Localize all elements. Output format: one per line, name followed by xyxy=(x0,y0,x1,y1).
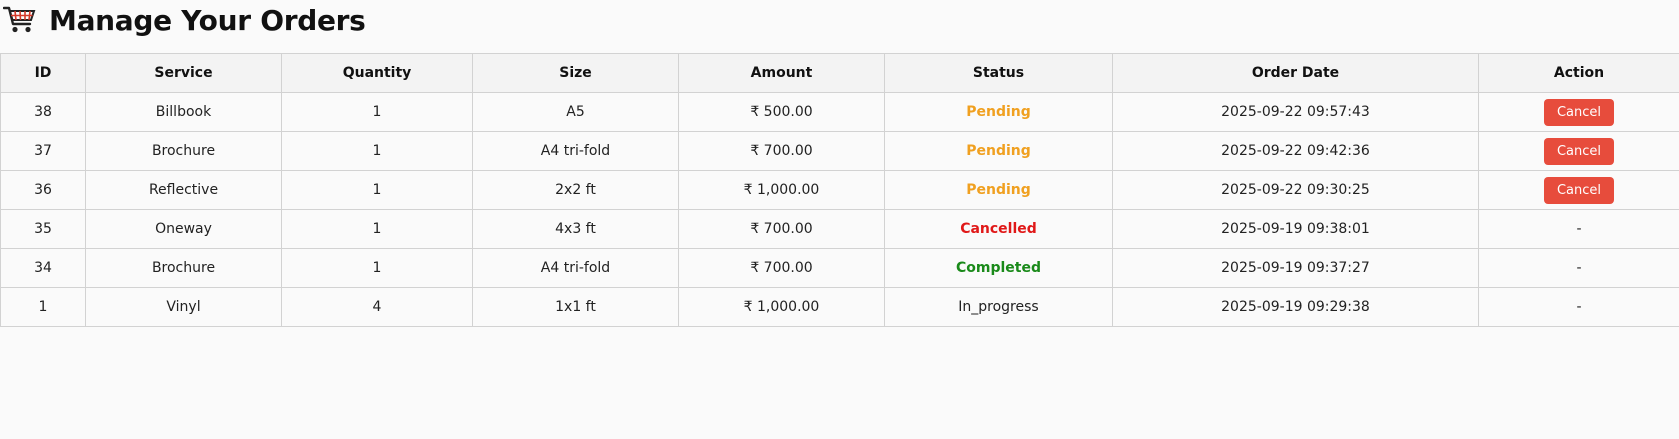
cancel-order-button[interactable]: Cancel xyxy=(1543,137,1615,165)
cell-order-date: 2025-09-22 09:57:43 xyxy=(1112,92,1479,132)
page-header: Manage Your Orders xyxy=(0,0,1679,40)
column-header-status: Status xyxy=(884,53,1113,93)
cell-action: Cancel xyxy=(1478,170,1679,210)
table-row: 35 Oneway 1 4x3 ft ₹ 700.00 Cancelled 20… xyxy=(0,209,1679,249)
cell-service: Billbook xyxy=(85,92,282,132)
cell-size: 1x1 ft xyxy=(472,287,679,327)
table-row: 36 Reflective 1 2x2 ft ₹ 1,000.00 Pendin… xyxy=(0,170,1679,210)
cell-action: Cancel xyxy=(1478,131,1679,171)
cell-action: - xyxy=(1478,209,1679,249)
status-badge: Pending xyxy=(884,92,1113,132)
cell-order-date: 2025-09-19 09:38:01 xyxy=(1112,209,1479,249)
cell-order-date: 2025-09-22 09:30:25 xyxy=(1112,170,1479,210)
cell-quantity: 1 xyxy=(281,131,473,171)
status-badge: Cancelled xyxy=(884,209,1113,249)
cell-amount: ₹ 1,000.00 xyxy=(678,170,885,210)
column-header-size: Size xyxy=(472,53,679,93)
column-header-amount: Amount xyxy=(678,53,885,93)
cell-quantity: 1 xyxy=(281,92,473,132)
column-header-service: Service xyxy=(85,53,282,93)
cell-service: Brochure xyxy=(85,131,282,171)
cell-id: 38 xyxy=(0,92,86,132)
cell-amount: ₹ 700.00 xyxy=(678,131,885,171)
status-badge: Pending xyxy=(884,131,1113,171)
cell-service: Brochure xyxy=(85,248,282,288)
cell-size: A4 tri-fold xyxy=(472,131,679,171)
shopping-cart-icon xyxy=(2,5,37,35)
cell-action: - xyxy=(1478,287,1679,327)
table-row: 34 Brochure 1 A4 tri-fold ₹ 700.00 Compl… xyxy=(0,248,1679,288)
cell-id: 37 xyxy=(0,131,86,171)
cell-id: 1 xyxy=(0,287,86,327)
cancel-order-button[interactable]: Cancel xyxy=(1543,176,1615,204)
cell-order-date: 2025-09-22 09:42:36 xyxy=(1112,131,1479,171)
status-badge: Completed xyxy=(884,248,1113,288)
cell-order-date: 2025-09-19 09:37:27 xyxy=(1112,248,1479,288)
cell-service: Oneway xyxy=(85,209,282,249)
cell-quantity: 1 xyxy=(281,209,473,249)
cell-action: - xyxy=(1478,248,1679,288)
cell-quantity: 1 xyxy=(281,170,473,210)
cell-id: 36 xyxy=(0,170,86,210)
table-header-row: ID Service Quantity Size Amount Status O… xyxy=(0,53,1679,93)
column-header-id: ID xyxy=(0,53,86,93)
cell-size: 4x3 ft xyxy=(472,209,679,249)
cell-service: Vinyl xyxy=(85,287,282,327)
table-row: 37 Brochure 1 A4 tri-fold ₹ 700.00 Pendi… xyxy=(0,131,1679,171)
cell-quantity: 1 xyxy=(281,248,473,288)
cell-size: 2x2 ft xyxy=(472,170,679,210)
orders-table: ID Service Quantity Size Amount Status O… xyxy=(0,53,1679,327)
cell-amount: ₹ 700.00 xyxy=(678,248,885,288)
cell-size: A5 xyxy=(472,92,679,132)
cell-quantity: 4 xyxy=(281,287,473,327)
cell-action: Cancel xyxy=(1478,92,1679,132)
cell-order-date: 2025-09-19 09:29:38 xyxy=(1112,287,1479,327)
column-header-action: Action xyxy=(1478,53,1679,93)
cell-amount: ₹ 700.00 xyxy=(678,209,885,249)
column-header-order-date: Order Date xyxy=(1112,53,1479,93)
status-badge: In_progress xyxy=(884,287,1113,327)
column-header-quantity: Quantity xyxy=(281,53,473,93)
status-badge: Pending xyxy=(884,170,1113,210)
cell-amount: ₹ 1,000.00 xyxy=(678,287,885,327)
cell-amount: ₹ 500.00 xyxy=(678,92,885,132)
cell-id: 34 xyxy=(0,248,86,288)
cancel-order-button[interactable]: Cancel xyxy=(1543,98,1615,126)
cell-service: Reflective xyxy=(85,170,282,210)
page-title: Manage Your Orders xyxy=(49,3,366,37)
table-row: 1 Vinyl 4 1x1 ft ₹ 1,000.00 In_progress … xyxy=(0,287,1679,327)
cell-size: A4 tri-fold xyxy=(472,248,679,288)
cell-id: 35 xyxy=(0,209,86,249)
table-row: 38 Billbook 1 A5 ₹ 500.00 Pending 2025-0… xyxy=(0,92,1679,132)
